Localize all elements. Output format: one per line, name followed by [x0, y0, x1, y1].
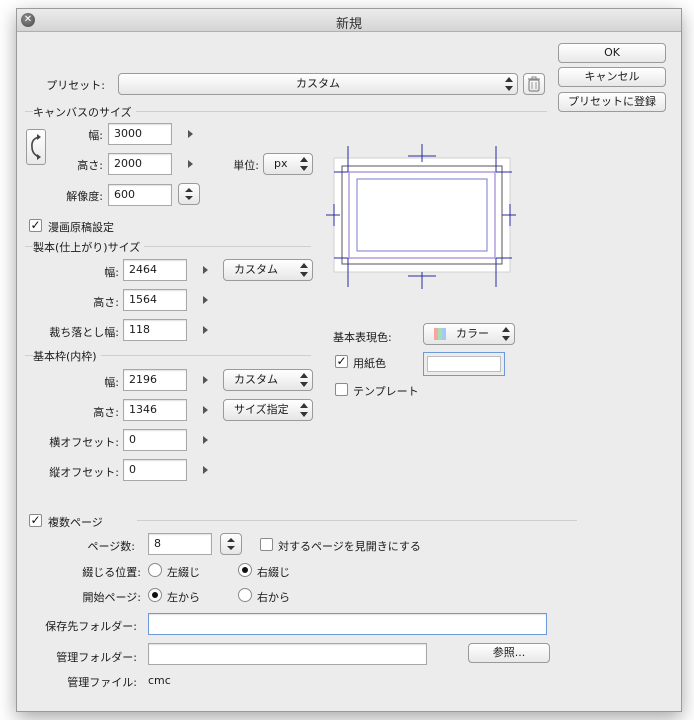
start-page-label: 開始ページ: [82, 591, 142, 604]
preset-value: カスタム [296, 77, 340, 90]
manga-settings-checkbox[interactable]: ✓ [29, 219, 42, 232]
y-offset-input[interactable]: 0 [123, 459, 187, 481]
updown-arrows-icon [505, 77, 513, 91]
updown-arrows-icon [300, 403, 308, 417]
bleed-label: 裁ち落とし幅: [49, 326, 119, 339]
paper-color-well[interactable] [423, 352, 505, 376]
inner-height-input[interactable]: 1346 [123, 399, 187, 421]
ok-button[interactable]: OK [558, 43, 666, 63]
binding-left-label: 左綴じ [167, 566, 200, 579]
updown-arrows-icon [300, 157, 308, 171]
bleed-input[interactable]: 118 [123, 319, 187, 341]
binding-right-radio[interactable] [238, 563, 252, 577]
color-mode-label: 基本表現色: [333, 331, 392, 344]
expand-arrow-icon[interactable] [203, 296, 208, 304]
x-offset-input[interactable]: 0 [123, 429, 187, 451]
page-count-label: ページ数: [87, 540, 136, 553]
finish-width-input[interactable]: 2464 [123, 259, 187, 281]
expand-arrow-icon[interactable] [188, 160, 193, 168]
save-folder-input[interactable] [148, 613, 547, 635]
expand-arrow-icon[interactable] [203, 266, 208, 274]
cancel-button[interactable]: キャンセル [558, 67, 666, 87]
start-left-radio[interactable] [148, 588, 162, 602]
finish-height-label: 高さ: [93, 296, 119, 309]
y-offset-label: 縦オフセット: [49, 466, 119, 479]
finish-height-input[interactable]: 1564 [123, 289, 187, 311]
trash-icon[interactable] [523, 73, 545, 95]
canvas-height-input[interactable]: 2000 [108, 153, 172, 175]
window-title: 新規 [335, 17, 362, 32]
paper-color-label: 用紙色 [353, 357, 386, 370]
template-checkbox[interactable] [335, 383, 348, 396]
manage-file-value: cmc [148, 674, 171, 687]
binding-right-label: 右綴じ [257, 566, 290, 579]
paper-color-checkbox[interactable]: ✓ [335, 355, 348, 368]
canvas-width-label: 幅: [88, 129, 103, 142]
unit-value: px [274, 157, 288, 170]
binding-label: 綴じる位置: [82, 566, 141, 579]
inner-size-preset-select[interactable]: カスタム [223, 369, 313, 391]
rotate-icon[interactable] [26, 129, 46, 165]
x-offset-label: 横オフセット: [49, 436, 119, 449]
template-label: テンプレート [353, 385, 419, 398]
start-left-label: 左から [167, 591, 200, 604]
inner-height-label: 高さ: [93, 406, 119, 419]
expand-arrow-icon[interactable] [203, 436, 208, 444]
inner-width-input[interactable]: 2196 [123, 369, 187, 391]
updown-arrows-icon [300, 263, 308, 277]
finish-size-preset-select[interactable]: カスタム [223, 259, 313, 281]
page-count-stepper[interactable] [220, 533, 242, 555]
multiple-pages-checkbox[interactable]: ✓ [29, 514, 42, 527]
expand-arrow-icon[interactable] [203, 376, 208, 384]
unit-label: 単位: [233, 159, 259, 172]
page-count-input[interactable]: 8 [148, 533, 212, 555]
multiple-pages-label: 複数ページ [48, 516, 103, 529]
expand-arrow-icon[interactable] [203, 406, 208, 414]
manage-file-label: 管理ファイル: [67, 676, 137, 689]
manga-settings-label: 漫画原稿設定 [48, 221, 114, 234]
preset-select[interactable]: カスタム [118, 73, 518, 95]
manage-folder-input[interactable] [148, 643, 427, 665]
updown-arrows-icon [300, 373, 308, 387]
divider [137, 520, 577, 521]
inner-size-preset-value: カスタム [234, 373, 278, 386]
inner-width-label: 幅: [104, 376, 119, 389]
spread-checkbox[interactable] [260, 538, 273, 551]
paper-color-swatch [427, 356, 501, 372]
expand-arrow-icon[interactable] [188, 130, 193, 138]
inner-frame-section-label: 基本枠(内枠) [33, 348, 101, 364]
resolution-stepper[interactable] [178, 183, 200, 205]
color-swatch-icon [434, 328, 446, 340]
canvas-height-label: 高さ: [77, 159, 103, 172]
start-right-radio[interactable] [238, 588, 252, 602]
title-bar: ✕ 新規 [17, 9, 681, 32]
inner-size-mode-value: サイズ指定 [234, 403, 289, 416]
spread-label: 対するページを見開きにする [278, 540, 421, 553]
canvas-width-input[interactable]: 3000 [108, 123, 172, 145]
unit-select[interactable]: px [263, 153, 313, 175]
new-document-dialog: ✕ 新規 OK キャンセル プリセットに登録 プリセット: カスタム キャンバス… [16, 8, 682, 712]
resolution-label: 解像度: [66, 190, 103, 203]
canvas-size-section-label: キャンバスのサイズ [33, 104, 136, 120]
expand-arrow-icon[interactable] [203, 326, 208, 334]
start-right-label: 右から [257, 591, 290, 604]
canvas-preview [326, 144, 516, 289]
browse-button[interactable]: 参照... [468, 643, 550, 663]
inner-size-mode-select[interactable]: サイズ指定 [223, 399, 313, 421]
finish-size-preset-value: カスタム [234, 263, 278, 276]
updown-arrows-icon [502, 327, 510, 341]
manage-folder-label: 管理フォルダー: [56, 651, 137, 664]
color-mode-value: カラー [456, 327, 489, 340]
finish-size-section-label: 製本(仕上がり)サイズ [33, 239, 145, 255]
resolution-input[interactable]: 600 [108, 184, 172, 206]
binding-left-radio[interactable] [148, 563, 162, 577]
color-mode-select[interactable]: カラー [423, 323, 515, 345]
register-preset-button[interactable]: プリセットに登録 [558, 92, 666, 112]
finish-width-label: 幅: [104, 266, 119, 279]
expand-arrow-icon[interactable] [203, 466, 208, 474]
save-folder-label: 保存先フォルダー: [45, 620, 137, 633]
preset-label: プリセット: [46, 79, 105, 92]
